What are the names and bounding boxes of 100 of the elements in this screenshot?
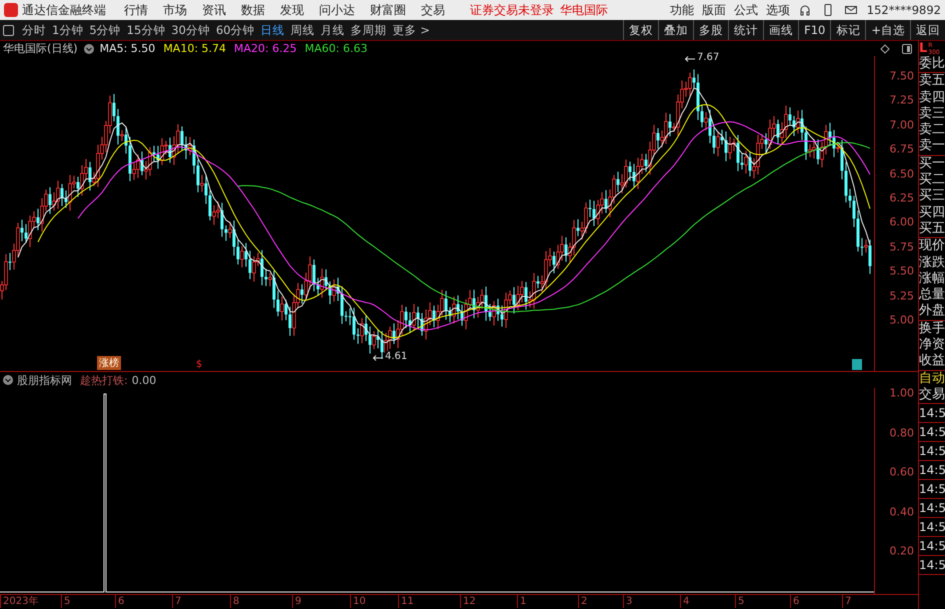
menu-item[interactable]: 公式: [734, 2, 758, 18]
period-tab[interactable]: 更多 >: [390, 22, 433, 38]
broker-name: 华电国际: [560, 2, 608, 18]
menu-item[interactable]: 功能: [670, 2, 694, 18]
period-tab[interactable]: 周线: [288, 22, 318, 38]
toolbar-button[interactable]: +自选: [865, 20, 910, 40]
panel-toggle-icon[interactable]: [902, 44, 912, 54]
price-tick: 5.50: [890, 264, 914, 278]
date-tick: 2023年: [0, 595, 38, 608]
menu-item[interactable]: 发现: [280, 2, 304, 18]
indicator-name: 趁热打铁:: [80, 372, 128, 388]
login-notice[interactable]: 证券交易未登录: [470, 2, 554, 18]
quote-label: 总量: [919, 287, 945, 304]
quote-label: 买四: [919, 204, 945, 221]
quote-label: 14:5: [919, 500, 945, 518]
toolbar-button[interactable]: 复权: [623, 20, 658, 40]
toolbar-button[interactable]: F10: [798, 20, 830, 40]
date-tick: 4: [680, 595, 690, 608]
date-tick: 1: [517, 595, 526, 608]
date-tick: 5: [735, 595, 744, 608]
period-tab[interactable]: 60分钟: [212, 22, 258, 38]
low-price-label: 4.61: [385, 351, 408, 362]
toolbar-button[interactable]: 返回: [910, 20, 945, 40]
account-number[interactable]: 152****9892: [866, 3, 941, 17]
quote-label: 14:5: [919, 424, 945, 442]
ma-value: MA10: 5.74: [163, 42, 226, 55]
quote-label: 换手: [919, 320, 945, 338]
period-tab[interactable]: 1分钟: [49, 22, 86, 38]
quote-label: 外盘: [919, 303, 945, 320]
quote-label: 14:5: [919, 538, 945, 556]
diamond-icon[interactable]: [880, 44, 890, 54]
price-tick: 6.50: [890, 167, 914, 180]
menu-item[interactable]: 版面: [702, 2, 726, 18]
quote-label: 14:5: [919, 462, 945, 480]
indicator-tick: 1.00: [890, 386, 914, 400]
arrow-icon: [372, 354, 384, 362]
date-tick: 2: [578, 595, 588, 608]
chevron-down-icon[interactable]: [3, 375, 13, 385]
period-tab[interactable]: 月线: [318, 22, 348, 38]
quote-label: 现价: [919, 238, 945, 255]
quote-label: 交易: [919, 386, 945, 404]
menu-item[interactable]: 行情: [124, 2, 148, 18]
menu-item[interactable]: 交易: [421, 2, 445, 18]
menu-item[interactable]: 财富圈: [370, 2, 406, 18]
price-tick: 6.25: [890, 192, 914, 204]
date-tick: 6: [115, 595, 124, 608]
price-tick: 7.50: [890, 70, 914, 82]
quote-label: 买三: [919, 188, 945, 205]
app-logo-icon: [4, 3, 18, 17]
dollar-marker: $: [196, 359, 202, 370]
headset-icon[interactable]: [798, 3, 812, 17]
quote-label: 卖五: [919, 73, 945, 90]
ma-value: MA5: 5.50: [100, 42, 156, 55]
indicator-source: 股朋指标网: [17, 372, 72, 388]
period-tab[interactable]: 多周期: [348, 22, 390, 38]
quote-label: 14:5: [919, 557, 945, 574]
toolbar-button[interactable]: 标记: [830, 20, 866, 40]
arrow-icon: [684, 55, 696, 64]
toolbar-button[interactable]: 统计: [728, 20, 764, 40]
mail-icon[interactable]: [844, 3, 858, 17]
date-tick: 9: [292, 595, 302, 608]
date-tick: 7: [842, 595, 852, 608]
period-tab[interactable]: 30分钟: [168, 22, 213, 38]
panel-toggle-icon[interactable]: [3, 24, 14, 36]
period-tab[interactable]: 15分钟: [124, 22, 168, 38]
quote-label: 收益: [919, 353, 945, 370]
toolbar-button[interactable]: 叠加: [658, 20, 694, 40]
price-tick: 5.25: [890, 289, 914, 302]
date-tick: 10: [350, 595, 366, 608]
toolbar-button[interactable]: 多股: [693, 20, 728, 40]
corner-label: L: [919, 41, 928, 56]
quote-label: 卖一: [919, 138, 945, 155]
halt-marker-icon: [852, 359, 862, 370]
chevron-down-icon[interactable]: [84, 44, 94, 54]
quote-label: 卖二: [919, 122, 945, 138]
menu-item[interactable]: 市场: [163, 2, 187, 18]
menu-item[interactable]: 选项: [766, 2, 790, 18]
quote-label: 自动: [919, 370, 945, 387]
quote-label: 买二: [919, 172, 945, 188]
quote-label: 委比: [919, 56, 945, 72]
menu-item[interactable]: 资讯: [202, 2, 226, 18]
date-tick: 12: [460, 595, 476, 608]
app-title: 通达信金融终端: [22, 2, 106, 18]
price-tick: 7.25: [890, 94, 914, 107]
toolbar-button[interactable]: 画线: [763, 20, 798, 40]
date-tick: 8: [230, 595, 240, 608]
date-tick: 5: [61, 595, 70, 608]
period-tab[interactable]: 分时: [19, 22, 49, 38]
date-tick: 3: [623, 595, 632, 608]
quote-label: 14:5: [919, 405, 945, 422]
indicator-tick: 0.80: [890, 426, 914, 439]
menu-item[interactable]: 数据: [241, 2, 265, 18]
quote-label: 14:5: [919, 443, 945, 460]
quote-label: 净资: [919, 337, 945, 354]
period-tab[interactable]: 日线: [258, 22, 288, 38]
menu-item[interactable]: 问小达: [319, 2, 355, 18]
period-tab[interactable]: 5分钟: [86, 22, 124, 38]
price-tick: 5.00: [890, 314, 914, 326]
date-tick: 7: [172, 595, 182, 608]
limit-up-tag: 涨榜: [97, 356, 121, 370]
